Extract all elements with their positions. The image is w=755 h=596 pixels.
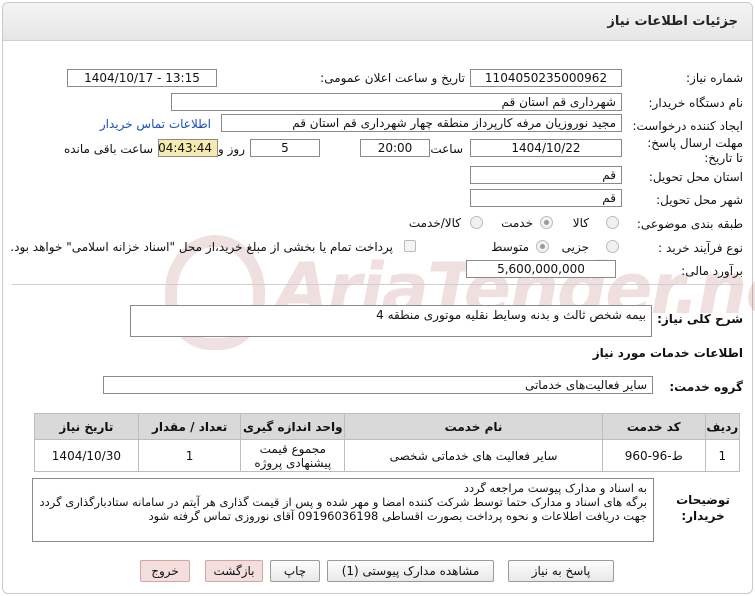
category-radio-service[interactable] — [540, 216, 553, 229]
print-button[interactable]: چاپ — [270, 560, 320, 582]
reply-button[interactable]: پاسخ به نیاز — [508, 560, 614, 582]
cell-unit-line2: پیشنهادی پروژه — [254, 455, 332, 470]
deadline-time-field: 20:00 — [360, 139, 430, 157]
process-radio-minor[interactable] — [606, 240, 619, 253]
col-header-row: ردیف — [704, 413, 741, 440]
panel-title: جزئیات اطلاعات نیاز — [607, 14, 738, 29]
table-header-row: ردیف کد خدمت نام خدمت واحد اندازه گیری ت… — [34, 413, 741, 440]
announce-label: تاریخ و ساعت اعلان عمومی: — [320, 71, 465, 85]
cell-code: ط-96-960 — [601, 439, 706, 472]
buyer-label: نام دستگاه خریدار: — [648, 96, 744, 110]
back-button[interactable]: بازگشت — [205, 560, 263, 582]
deadline-label: مهلت ارسال پاسخ: تا تاریخ: — [647, 136, 743, 165]
remaining-label: ساعت باقی مانده — [63, 142, 153, 156]
view-attachments-button[interactable]: مشاهده مدارک پیوستی (1) — [327, 560, 494, 582]
summary-field: بیمه شخص ثالث و بدنه وسایط نقلیه موتوری … — [130, 305, 652, 337]
province-label: استان محل تحویل: — [648, 170, 743, 184]
city-field: قم — [470, 189, 622, 207]
col-header-unit: واحد اندازه گیری — [240, 413, 346, 440]
note-line: برگه های اسناد و مدارک حتما توسط شرکت کن… — [39, 495, 647, 509]
buyer-field: شهرداری قم استان قم — [171, 93, 622, 111]
budget-field: 5,600,000,000 — [466, 260, 616, 278]
treasury-payment-note: پرداخت تمام یا بخشی از مبلغ خرید،از محل … — [10, 240, 393, 254]
deadline-hour-label: ساعت — [430, 142, 463, 156]
category-option-goods: کالا — [572, 216, 589, 230]
creator-label: ایجاد کننده درخواست: — [632, 119, 743, 133]
buyer-notes-box: به اسناد و مدارک پیوست مراجعه گردد برگه … — [32, 478, 654, 542]
cell-unit-line1: مجموع قیمت — [259, 441, 326, 456]
process-option-medium: متوسط — [491, 240, 529, 254]
cell-unit: مجموع قیمت پیشنهادی پروژه — [240, 439, 346, 472]
note-line: جهت دریافت اطلاعات و نحوه پرداخت بصورت ا… — [148, 509, 647, 523]
category-label: طبقه بندی موضوعی: — [636, 217, 743, 231]
notes-label: توضیحات خریدار: — [676, 493, 730, 523]
col-header-name: نام خدمت — [344, 413, 603, 440]
category-radio-goods[interactable] — [606, 216, 619, 229]
col-header-code: کد خدمت — [601, 413, 706, 440]
city-label: شهر محل تحویل: — [656, 193, 743, 207]
days-field: 5 — [250, 139, 320, 157]
process-radio-medium[interactable] — [536, 240, 549, 253]
col-header-date: تاریخ نیاز — [34, 413, 139, 440]
cell-qty: 1 — [137, 439, 242, 472]
exit-button[interactable]: خروج — [140, 560, 190, 582]
need-number-field: 1104050235000962 — [470, 69, 622, 87]
col-header-qty: تعداد / مقدار — [137, 413, 242, 440]
note-line: به اسناد و مدارک پیوست مراجعه گردد — [463, 481, 647, 495]
summary-label: شرح کلی نیاز: — [657, 312, 743, 326]
creator-field: مجید نوروزیان مرفه کارپرداز منطقه چهار ش… — [221, 114, 622, 132]
process-label: نوع فرآیند خرید : — [658, 241, 743, 255]
contact-buyer-link[interactable]: اطلاعات تماس خریدار — [100, 117, 211, 131]
cell-row: 1 — [704, 439, 741, 472]
treasury-payment-checkbox[interactable] — [404, 240, 416, 252]
services-section-title: اطلاعات خدمات مورد نیاز — [592, 346, 743, 360]
cell-name: سایر فعالیت های خدماتی شخصی — [344, 439, 603, 472]
category-radio-goods-service[interactable] — [470, 216, 483, 229]
deadline-date-field: 1404/10/22 — [470, 139, 622, 157]
category-option-goods-service: کالا/خدمت — [408, 216, 461, 230]
cell-date: 1404/10/30 — [34, 439, 139, 472]
service-group-field: سایر فعالیت‌های خدماتی — [103, 376, 653, 394]
section-divider — [12, 284, 742, 285]
budget-label: برآورد مالی: — [681, 264, 743, 278]
days-label: روز و — [218, 142, 245, 156]
service-group-label: گروه خدمت: — [669, 380, 743, 394]
province-field: قم — [470, 166, 622, 184]
process-option-minor: جزیی — [561, 240, 589, 254]
remaining-time-field: 04:43:44 — [158, 139, 218, 157]
need-number-label: شماره نیاز: — [686, 71, 743, 85]
panel-header: جزئیات اطلاعات نیاز — [3, 3, 752, 41]
announce-field: 1404/10/17 - 13:15 — [67, 69, 217, 87]
table-row: 1 ط-96-960 سایر فعالیت های خدماتی شخصی م… — [34, 439, 741, 472]
category-option-service: خدمت — [501, 216, 533, 230]
services-table: ردیف کد خدمت نام خدمت واحد اندازه گیری ت… — [34, 413, 741, 472]
